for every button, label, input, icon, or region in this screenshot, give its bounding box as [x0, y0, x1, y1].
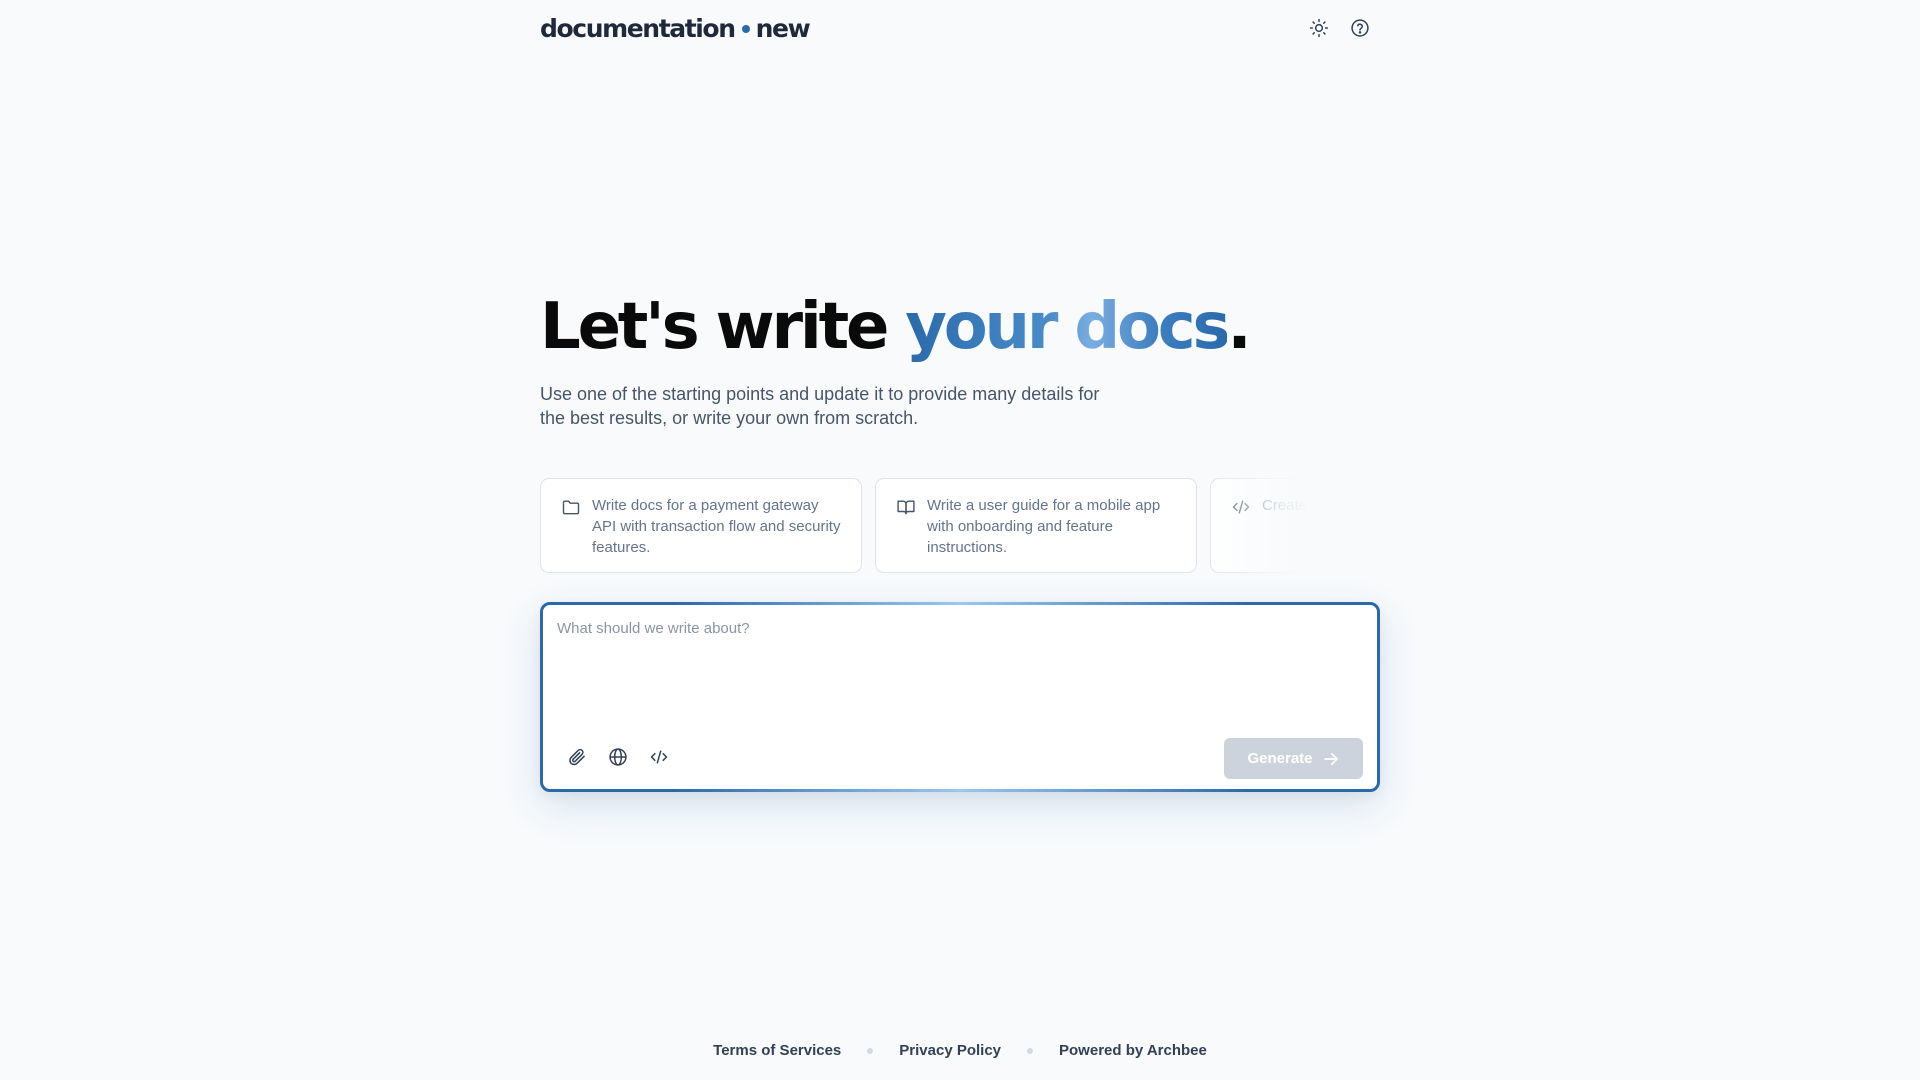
page-container: documentation new Let's write your docs.… — [540, 0, 1380, 1080]
book-open-icon — [896, 495, 916, 522]
logo-text-right: new — [755, 13, 811, 43]
suggestion-carousel: Write docs for a payment gateway API wit… — [540, 478, 1380, 574]
suggestion-track: Write docs for a payment gateway API wit… — [540, 478, 1380, 573]
help-circle-icon[interactable] — [1348, 16, 1372, 40]
hero-title: Let's write your docs. — [540, 287, 1252, 367]
powered-by-link[interactable]: Powered by Archbee — [1059, 1042, 1207, 1059]
footer-separator — [867, 1047, 874, 1054]
paperclip-icon[interactable] — [565, 745, 589, 769]
suggestion-card-payment-api[interactable]: Write docs for a payment gateway API wit… — [540, 478, 862, 573]
brand-logo[interactable]: documentation new — [540, 13, 811, 43]
hero-title-suffix: . — [1227, 290, 1251, 364]
footer: Terms of Services Privacy Policy Powered… — [540, 1042, 1380, 1059]
hero-title-prefix: Let's write — [540, 290, 906, 364]
header-actions — [1307, 16, 1372, 40]
hero-subtitle: Use one of the starting points and updat… — [540, 384, 1100, 428]
terms-link[interactable]: Terms of Services — [713, 1042, 841, 1059]
sun-icon[interactable] — [1307, 16, 1331, 40]
prompt-glow-bottom — [673, 789, 1247, 792]
logo-text-left: documentation — [540, 13, 736, 43]
prompt-input[interactable] — [555, 617, 1365, 717]
privacy-link[interactable]: Privacy Policy — [899, 1042, 1001, 1059]
prompt-toolbar — [565, 745, 671, 769]
folder-icon — [561, 495, 581, 522]
suggestion-text: Write a user guide for a mobile app with… — [927, 497, 1161, 556]
generate-label: Generate — [1247, 750, 1313, 767]
footer-separator — [1027, 1047, 1034, 1054]
suggestion-card-weather-api[interactable]: Create API weather da authenticat — [1210, 478, 1380, 573]
suggestion-text: Write docs for a payment gateway API wit… — [592, 497, 841, 556]
suggestion-text: Create API weather da authenticat — [1262, 497, 1380, 514]
prompt-box: Generate — [540, 602, 1380, 792]
code-icon — [1231, 495, 1251, 522]
generate-button[interactable]: Generate — [1224, 738, 1363, 779]
hero-title-accent: your docs — [905, 290, 1230, 364]
prompt-glow-top — [673, 602, 1247, 605]
code-icon[interactable] — [647, 745, 671, 769]
arrow-right-icon — [1323, 752, 1338, 765]
globe-icon[interactable] — [606, 745, 630, 769]
logo-dot — [741, 25, 750, 33]
suggestion-card-user-guide[interactable]: Write a user guide for a mobile app with… — [875, 478, 1197, 573]
top-header: documentation new — [540, 10, 1380, 46]
